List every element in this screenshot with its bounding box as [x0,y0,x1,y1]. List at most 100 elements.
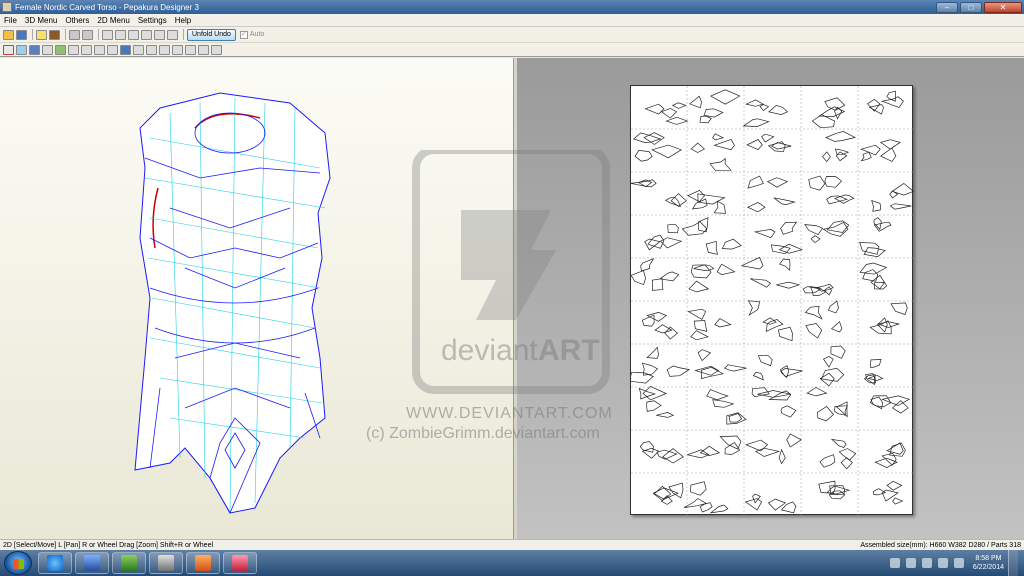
menu-settings[interactable]: Settings [134,16,171,25]
pattern-piece[interactable] [869,359,882,369]
pattern-piece[interactable] [891,400,909,414]
pattern-piece[interactable] [691,198,708,210]
join-icon[interactable] [128,29,139,40]
pattern-piece[interactable] [703,108,724,118]
pattern-piece[interactable] [753,229,776,239]
texture-icon[interactable] [49,29,60,40]
print-icon[interactable] [159,44,170,55]
number-icon[interactable] [94,44,105,55]
pattern-piece[interactable] [755,447,781,457]
pattern-piece[interactable] [780,368,803,378]
pattern-piece[interactable] [810,235,821,244]
pattern-piece[interactable] [700,366,724,379]
face-icon[interactable] [42,44,53,55]
pattern-piece[interactable] [830,345,846,359]
pattern-piece[interactable] [757,354,773,367]
layout-icon[interactable] [120,44,131,55]
pattern-piece[interactable] [860,151,872,162]
line-icon[interactable] [81,44,92,55]
taskbar-app-media-center[interactable] [149,552,183,574]
pattern-piece[interactable] [721,238,742,250]
taskbar-app-virtualbox[interactable] [75,552,109,574]
close-button[interactable]: ✕ [984,1,1022,13]
pattern-piece[interactable] [826,220,850,233]
pattern-piece[interactable] [688,280,710,293]
pattern-piece[interactable] [752,371,764,381]
pattern-piece[interactable] [699,115,712,124]
help-tray-icon[interactable] [889,558,900,568]
pattern-piece[interactable] [689,95,702,109]
pattern-piece[interactable] [779,258,791,271]
menu-3d[interactable]: 3D Menu [21,16,61,25]
pattern-piece[interactable] [786,433,802,448]
pattern-piece[interactable] [667,223,679,234]
pattern-piece[interactable] [886,442,904,455]
pattern-piece[interactable] [778,243,804,254]
pattern-piece[interactable] [744,498,763,511]
pattern-piece[interactable] [826,195,849,205]
pattern-piece[interactable] [686,189,705,203]
start-button[interactable] [4,551,32,575]
pattern-piece[interactable] [762,317,777,325]
pattern-piece[interactable] [804,306,823,320]
pattern-piece[interactable] [714,318,732,328]
pattern-piece[interactable] [683,498,708,508]
volume-tray-icon[interactable] [953,558,964,568]
pattern-piece[interactable] [822,221,849,237]
text-icon[interactable] [167,29,178,40]
view-icon[interactable] [16,44,27,55]
grid-icon[interactable] [29,44,40,55]
pattern-piece[interactable] [716,263,736,275]
unfold-icon[interactable] [36,29,47,40]
pattern-piece[interactable] [681,221,708,236]
preview-icon[interactable] [172,44,183,55]
pattern-piece[interactable] [747,175,764,189]
pattern-piece[interactable] [780,221,798,235]
pattern-piece[interactable] [768,105,789,115]
pattern-piece[interactable] [659,271,680,282]
unfolded-pattern-sheet[interactable] [628,85,915,516]
pattern-piece[interactable] [780,501,797,514]
pattern-piece[interactable] [671,102,687,109]
pattern-piece[interactable] [706,389,729,401]
menu-others[interactable]: Others [61,16,93,25]
pattern-piece[interactable] [886,480,903,491]
pattern-piece[interactable] [750,278,772,288]
minimize-button[interactable]: – [936,1,958,13]
pattern-piece[interactable] [686,449,710,459]
pattern-piece[interactable] [860,144,881,156]
pattern-piece[interactable] [819,454,836,468]
pattern-piece[interactable] [693,264,715,271]
pattern-piece[interactable] [822,355,834,368]
pattern-piece[interactable] [745,99,764,107]
pattern-piece[interactable] [880,147,897,162]
pattern-piece[interactable] [693,320,708,332]
pattern-piece[interactable] [890,302,908,315]
pattern-piece[interactable] [656,412,675,418]
pdf-icon[interactable] [198,44,209,55]
pattern-piece[interactable] [777,326,793,342]
save-icon[interactable] [16,29,27,40]
pattern-piece[interactable] [830,321,843,333]
redo-icon[interactable] [82,29,93,40]
edge-icon[interactable] [68,44,79,55]
pattern-piece[interactable] [670,193,687,207]
pattern-piece[interactable] [780,405,797,418]
pattern-piece[interactable] [759,104,770,112]
pattern-piece[interactable] [723,364,747,372]
pattern-piece[interactable] [712,133,725,141]
pattern-piece[interactable] [820,367,845,382]
pattern-piece[interactable] [632,132,662,143]
pattern-piece[interactable] [804,224,824,236]
select-tool-icon[interactable] [3,44,14,55]
pattern-piece[interactable] [687,308,707,320]
pattern-piece[interactable] [660,108,678,119]
pattern-piece[interactable] [880,96,904,108]
pattern-piece[interactable] [806,387,828,397]
pattern-piece[interactable] [713,138,735,151]
flag-tray-icon[interactable] [921,558,932,568]
fit-icon[interactable] [133,44,144,55]
menu-file[interactable]: File [0,16,21,25]
pattern-piece[interactable] [690,330,709,341]
unfold-undo-button[interactable]: Unfold Undo [187,28,236,41]
